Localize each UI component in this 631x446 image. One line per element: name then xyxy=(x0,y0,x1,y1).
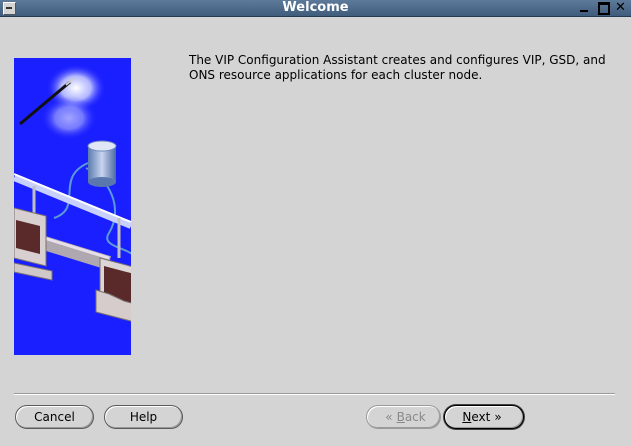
button-separator xyxy=(14,393,615,395)
close-icon[interactable]: ✕ xyxy=(614,1,627,14)
back-chevron-icon: « xyxy=(385,410,393,424)
help-button[interactable]: Help xyxy=(104,405,183,429)
back-button[interactable]: « Back xyxy=(366,405,441,429)
cancel-button[interactable]: Cancel xyxy=(15,405,94,429)
back-button-label: ack xyxy=(404,410,426,424)
cancel-button-label: Cancel xyxy=(34,410,75,424)
minimize-icon[interactable] xyxy=(578,1,591,14)
maximize-icon[interactable] xyxy=(597,1,610,15)
cluster-illustration xyxy=(14,58,131,355)
next-button[interactable]: Next » xyxy=(444,405,524,429)
help-button-label: Help xyxy=(129,410,158,424)
title-bar[interactable]: Welcome ✕ xyxy=(0,0,631,17)
next-button-label: ext xyxy=(471,410,491,424)
cluster-network-image xyxy=(14,64,131,322)
next-chevron-icon: » xyxy=(494,410,502,424)
next-mnemonic: N xyxy=(462,410,472,424)
window-title: Welcome xyxy=(282,0,349,15)
back-mnemonic: B xyxy=(396,410,405,424)
welcome-description: The VIP Configuration Assistant creates … xyxy=(189,53,606,82)
